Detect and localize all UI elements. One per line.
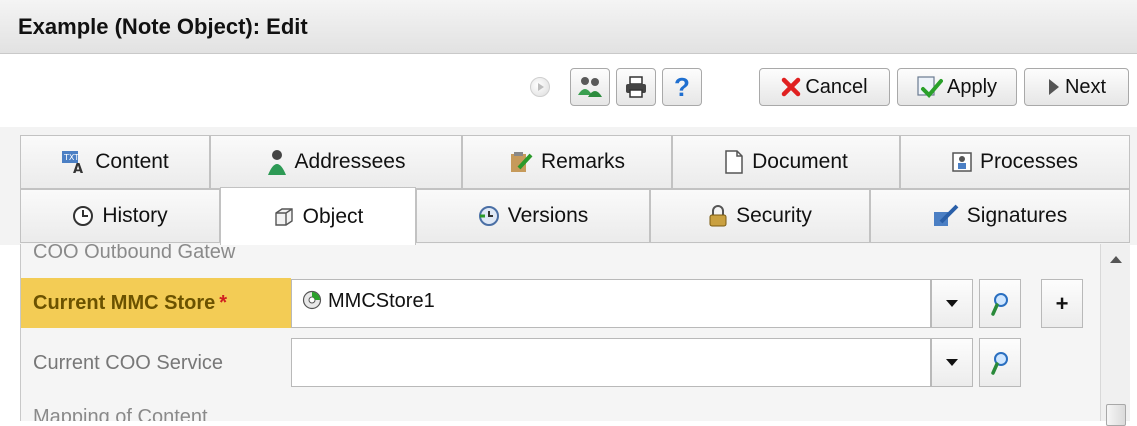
plus-icon: + bbox=[1055, 290, 1069, 316]
tab-document[interactable]: Document bbox=[672, 135, 900, 189]
tab-bar: TXT A Content Addressees Remarks Documen… bbox=[0, 127, 1137, 245]
tab-addressees[interactable]: Addressees bbox=[210, 135, 462, 189]
mapping-content-changes-label: Mapping of Content Changes bbox=[33, 406, 208, 421]
apply-label: Apply bbox=[946, 75, 998, 98]
tab-security[interactable]: Security bbox=[650, 189, 870, 243]
object-form-panel: COO Outbound Gatew Current MMC Store * M… bbox=[20, 244, 1100, 421]
required-marker: * bbox=[219, 291, 228, 314]
svg-text:A: A bbox=[73, 162, 83, 174]
scrollbar-thumb[interactable] bbox=[1106, 404, 1126, 426]
signature-pen-icon bbox=[933, 204, 959, 228]
users-icon bbox=[577, 75, 603, 99]
tab-label: Object bbox=[302, 204, 364, 228]
document-icon bbox=[724, 150, 744, 174]
vertical-scrollbar[interactable] bbox=[1100, 244, 1130, 426]
mmc-store-label-text: Current MMC Store bbox=[33, 291, 216, 314]
process-icon bbox=[952, 152, 972, 172]
tab-history[interactable]: History bbox=[20, 189, 220, 243]
printer-icon bbox=[624, 76, 648, 98]
mmc-store-search-button[interactable] bbox=[979, 279, 1021, 328]
coo-service-label: Current COO Service bbox=[33, 351, 224, 374]
coo-outbound-gateway-label: COO Outbound Gatew bbox=[33, 244, 236, 263]
tab-signatures[interactable]: Signatures bbox=[870, 189, 1130, 243]
cube-icon bbox=[273, 206, 295, 228]
scroll-up-arrow-icon[interactable] bbox=[1110, 256, 1122, 263]
tab-object[interactable]: Object bbox=[220, 187, 416, 245]
disc-store-icon bbox=[302, 290, 322, 310]
tab-label: Processes bbox=[979, 150, 1079, 173]
cancel-x-icon bbox=[781, 77, 801, 97]
tab-versions[interactable]: Versions bbox=[416, 189, 650, 243]
magnifier-icon bbox=[990, 292, 1010, 316]
magnifier-icon bbox=[990, 351, 1010, 375]
lock-icon bbox=[708, 205, 728, 227]
tab-label: Signatures bbox=[966, 204, 1068, 227]
tab-remarks[interactable]: Remarks bbox=[462, 135, 672, 189]
svg-text:TXT: TXT bbox=[63, 153, 79, 162]
apply-button[interactable]: Apply bbox=[897, 68, 1017, 106]
tab-label: Document bbox=[752, 150, 848, 173]
cancel-button[interactable]: Cancel bbox=[759, 68, 890, 106]
tab-content[interactable]: TXT A Content bbox=[20, 135, 210, 189]
mmc-store-label: Current MMC Store * bbox=[21, 278, 291, 328]
coo-service-search-button[interactable] bbox=[979, 338, 1021, 387]
versions-icon bbox=[478, 205, 500, 227]
clock-icon bbox=[72, 205, 94, 227]
clipboard-pen-icon bbox=[509, 150, 533, 174]
edit-window: Example (Note Object): Edit ? Cancel App… bbox=[0, 0, 1137, 426]
print-button[interactable] bbox=[616, 68, 656, 106]
next-button[interactable]: Next bbox=[1024, 68, 1129, 106]
users-button[interactable] bbox=[570, 68, 610, 106]
help-icon: ? bbox=[674, 71, 690, 102]
chevron-down-icon bbox=[946, 359, 958, 366]
cancel-label: Cancel bbox=[805, 75, 868, 98]
coo-service-dropdown-button[interactable] bbox=[931, 338, 973, 387]
tab-label: History bbox=[102, 204, 168, 227]
next-arrow-icon bbox=[1047, 77, 1061, 97]
tab-label: Versions bbox=[507, 204, 589, 227]
mmc-store-value: MMCStore1 bbox=[328, 290, 435, 312]
coo-service-field[interactable] bbox=[291, 338, 931, 387]
tab-processes[interactable]: Processes bbox=[900, 135, 1130, 189]
person-icon bbox=[267, 149, 287, 175]
play-circle-icon[interactable] bbox=[530, 77, 550, 97]
next-label: Next bbox=[1064, 75, 1107, 98]
mmc-store-dropdown-button[interactable] bbox=[931, 279, 973, 328]
tab-label: Content bbox=[95, 150, 169, 173]
mmc-store-add-button[interactable]: + bbox=[1041, 279, 1083, 328]
chevron-down-icon bbox=[946, 300, 958, 307]
toolbar: ? Cancel Apply Next bbox=[0, 55, 1137, 127]
tab-label: Remarks bbox=[540, 150, 625, 173]
mmc-store-field[interactable]: MMCStore1 bbox=[291, 279, 931, 328]
tab-label: Security bbox=[736, 204, 812, 227]
content-text-icon: TXT A bbox=[61, 150, 87, 174]
tab-label: Addressees bbox=[294, 150, 406, 173]
window-title: Example (Note Object): Edit bbox=[0, 0, 1137, 54]
help-button[interactable]: ? bbox=[662, 68, 702, 106]
apply-check-icon bbox=[917, 75, 943, 99]
